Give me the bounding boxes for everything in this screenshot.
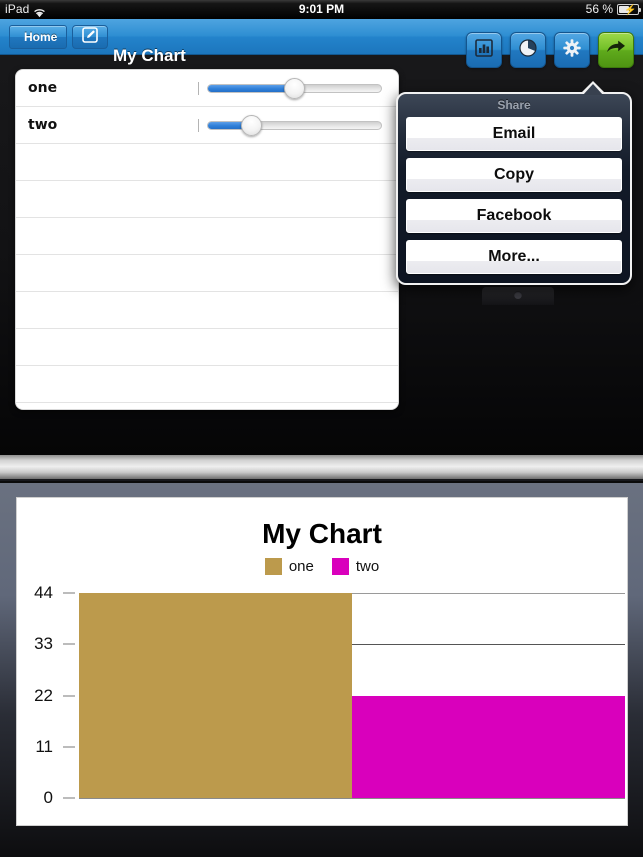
device-screen-top: iPad 9:01 PM 56 % ⚡ Home My Chart one tw… — [0, 0, 643, 455]
row-label: one — [28, 80, 58, 96]
bar-two — [352, 695, 625, 798]
bar-one — [79, 593, 352, 798]
slider-min-tick — [198, 118, 199, 132]
more-button[interactable]: More... — [406, 240, 622, 274]
row-label: two — [28, 117, 58, 133]
table-row-empty[interactable] — [16, 292, 398, 329]
bar-slot-one — [79, 593, 352, 798]
legend-item-one: one — [264, 558, 314, 575]
share-arrow-icon — [605, 39, 627, 62]
y-tick-label: 0 — [43, 788, 53, 807]
legend-label-one: one — [288, 558, 314, 575]
chart-card: My Chart one two 44 33 22 11 0 — [16, 497, 628, 826]
plot-area — [79, 593, 627, 799]
bar-chart-button[interactable] — [466, 32, 502, 68]
table-row-empty[interactable] — [16, 218, 398, 255]
toolbar — [466, 32, 634, 68]
bar-chart-icon — [474, 38, 494, 63]
table-row-empty[interactable] — [16, 403, 398, 409]
status-bar: iPad 9:01 PM 56 % ⚡ — [0, 0, 643, 19]
email-button[interactable]: Email — [406, 117, 622, 151]
chart-plot: 44 33 22 11 0 — [17, 583, 627, 807]
data-table-panel: one two — [15, 69, 399, 410]
pie-chart-button[interactable] — [510, 32, 546, 68]
slider-container — [198, 114, 386, 136]
y-tick-label: 44 — [34, 583, 53, 602]
table-row-empty[interactable] — [16, 255, 398, 292]
value-slider-one[interactable] — [207, 77, 382, 99]
settings-button[interactable] — [554, 32, 590, 68]
slider-container — [198, 77, 386, 99]
battery-charging-icon: ⚡ — [617, 4, 641, 16]
legend-swatch-two — [331, 558, 349, 575]
table-row[interactable]: two — [16, 107, 398, 144]
device-frame-divider — [0, 455, 643, 481]
table-row-empty[interactable] — [16, 144, 398, 181]
gridline-0 — [79, 798, 625, 799]
table-row[interactable]: one — [16, 70, 398, 107]
legend-item-two: two — [331, 558, 380, 575]
chart-title: My Chart — [262, 518, 382, 549]
home-back-button[interactable]: Home — [9, 25, 68, 49]
popover-title: Share — [497, 98, 531, 112]
copy-button[interactable]: Copy — [406, 158, 622, 192]
share-popover: Share Email Copy Facebook More... — [396, 81, 632, 285]
screen: iPad 9:01 PM 56 % ⚡ Home My Chart one tw… — [0, 0, 643, 857]
popover-arrow — [580, 81, 606, 95]
bar-group — [79, 593, 625, 798]
battery-percent: 56 % — [585, 2, 613, 16]
facebook-button[interactable]: Facebook — [406, 199, 622, 233]
chart-section: My Chart one two 44 33 22 11 0 — [0, 483, 643, 857]
table-row-empty[interactable] — [16, 366, 398, 403]
y-axis: 44 33 22 11 0 — [17, 583, 75, 807]
legend-label-two: two — [355, 558, 380, 575]
pie-chart-icon — [518, 38, 538, 63]
home-back-label: Home — [24, 30, 58, 44]
y-tick-label: 33 — [34, 634, 53, 654]
y-tick-label: 22 — [34, 685, 53, 705]
popover-action-list: Email Copy Facebook More... — [398, 117, 630, 280]
legend-swatch-one — [264, 558, 282, 575]
chart-legend: one two — [17, 558, 627, 575]
y-tick-label: 11 — [35, 736, 53, 756]
share-button[interactable] — [598, 32, 634, 68]
value-slider-two[interactable] — [207, 114, 382, 136]
compose-icon — [81, 26, 99, 49]
status-bar-right: 56 % ⚡ — [585, 0, 641, 19]
device-home-button — [482, 287, 554, 305]
status-bar-time: 9:01 PM — [298, 2, 345, 16]
gear-icon — [562, 38, 582, 63]
slider-min-tick — [198, 81, 199, 95]
table-row-empty[interactable] — [16, 181, 398, 218]
compose-button[interactable] — [72, 25, 108, 49]
bar-slot-two — [352, 593, 625, 798]
table-row-empty[interactable] — [16, 329, 398, 366]
